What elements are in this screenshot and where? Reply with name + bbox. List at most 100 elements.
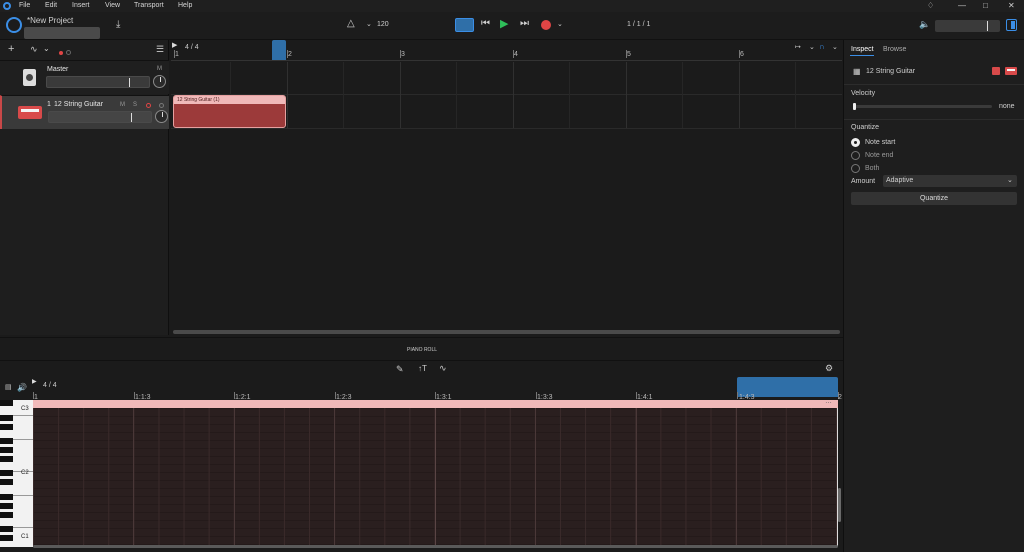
horizontal-scrollbar[interactable] <box>33 545 838 548</box>
inspector-toggle-button[interactable] <box>1006 19 1017 31</box>
amount-select[interactable]: Adaptive ⌄ <box>883 175 1017 187</box>
key-label-c3: C3 <box>21 406 29 412</box>
vertical-scrollbar[interactable] <box>838 488 841 522</box>
menu-view[interactable]: View <box>105 2 120 9</box>
metronome-dropdown-icon[interactable]: ⌄ <box>366 20 372 28</box>
option-both[interactable]: Both <box>865 165 879 172</box>
radio-both[interactable] <box>851 164 860 173</box>
menu-insert[interactable]: Insert <box>72 2 90 9</box>
app-logo-icon <box>3 2 11 10</box>
amount-value: Adaptive <box>886 177 914 184</box>
metronome-icon[interactable]: △ <box>347 18 355 29</box>
menu-transport[interactable]: Transport <box>134 2 164 9</box>
input-monitor-icon[interactable] <box>159 103 164 108</box>
pan-knob[interactable] <box>153 75 166 88</box>
menu-help[interactable]: Help <box>178 2 192 9</box>
automation-dropdown-icon[interactable]: ⌄ <box>43 44 50 53</box>
note-grid[interactable]: … <box>33 400 838 547</box>
record-dropdown-icon[interactable]: ⌄ <box>557 20 563 28</box>
clip-header-bar[interactable]: … <box>33 400 838 408</box>
filter-icon[interactable]: ☰ <box>156 44 164 55</box>
divider <box>844 84 1024 85</box>
zoom-fit-icon[interactable]: ↦ <box>795 43 801 51</box>
track-volume-slider[interactable] <box>46 76 150 88</box>
app-menu-button[interactable] <box>6 17 22 33</box>
skip-back-icon[interactable]: ⏮ <box>481 18 490 29</box>
velocity-tool-icon[interactable]: ↑T <box>418 364 427 373</box>
inspector-panel: Inspect Browse ▦ 12 String Guitar Veloci… <box>843 40 1024 552</box>
preview-sound-icon[interactable]: 🔊 <box>17 383 27 392</box>
loop-button[interactable] <box>455 18 474 32</box>
tab-inspect[interactable]: Inspect <box>851 46 874 53</box>
menu-file[interactable]: File <box>19 2 30 9</box>
quantize-button-label: Quantize <box>919 195 949 202</box>
ruler-tick: 2 <box>838 394 842 401</box>
snap-dropdown-icon[interactable]: ⌄ <box>809 43 815 51</box>
track-volume-slider[interactable] <box>48 111 152 123</box>
skip-forward-icon[interactable]: ⏭ <box>520 18 529 29</box>
quantize-label: Quantize <box>851 124 880 131</box>
time-signature[interactable]: 4 / 4 <box>185 44 199 51</box>
close-icon[interactable]: ✕ <box>1008 1 1015 10</box>
more-icon[interactable]: … <box>825 400 832 405</box>
tempo-value[interactable]: 120 <box>377 21 389 28</box>
solo-button[interactable]: S <box>133 102 137 108</box>
key-label-c1: C1 <box>21 534 29 540</box>
bar-number: 6 <box>740 51 744 58</box>
record-arm-all-icon[interactable] <box>59 51 63 55</box>
instrument-icon <box>1005 67 1017 75</box>
track-12-string-guitar[interactable]: 1 12 String Guitar M S <box>0 95 169 129</box>
export-icon[interactable]: ⤓ <box>116 19 120 30</box>
chevron-down-icon: ⌄ <box>1007 177 1013 184</box>
project-name-input[interactable] <box>24 27 100 39</box>
tab-browse[interactable]: Browse <box>883 46 906 53</box>
option-note-end[interactable]: Note end <box>865 152 893 159</box>
magnet-icon[interactable]: ∩ <box>819 42 825 51</box>
instrument-icon <box>18 106 42 119</box>
note-list-icon[interactable]: ▤ <box>5 383 12 391</box>
pan-knob[interactable] <box>155 110 168 123</box>
piano-roll-title: PIANO ROLL <box>407 347 438 353</box>
track-name[interactable]: Master <box>47 66 68 73</box>
track-master[interactable]: Master M <box>0 60 169 94</box>
minimize-icon[interactable]: — <box>958 1 966 10</box>
record-arm-icon[interactable] <box>146 103 151 108</box>
maximize-icon[interactable]: □ <box>983 1 988 10</box>
bar-number: 2 <box>288 51 292 58</box>
quantize-button[interactable]: Quantize <box>851 192 1017 205</box>
track-color-swatch[interactable] <box>992 67 1000 75</box>
speaker-icon[interactable]: 🔈 <box>919 19 930 30</box>
record-button[interactable] <box>541 20 551 30</box>
piano-roll-time-signature[interactable]: 4 / 4 <box>43 382 57 389</box>
horizontal-scrollbar[interactable] <box>173 330 840 334</box>
radio-note-end[interactable] <box>851 151 860 160</box>
clip-label: 12 String Guitar (1) <box>177 97 220 103</box>
midi-clip[interactable]: 12 String Guitar (1) <box>173 95 286 128</box>
magnet-dropdown-icon[interactable]: ⌄ <box>832 43 838 51</box>
menu-edit[interactable]: Edit <box>45 2 57 9</box>
piano-keyboard[interactable]: C3 C2 C1 <box>0 400 33 547</box>
input-monitor-icon[interactable] <box>66 50 71 55</box>
bell-icon[interactable]: ♢ <box>927 1 934 10</box>
playhead-marker-icon[interactable]: ▶ <box>172 41 177 49</box>
option-note-start[interactable]: Note start <box>865 139 895 146</box>
pencil-icon[interactable]: ✎ <box>396 364 404 375</box>
settings-gear-icon[interactable]: ⚙ <box>825 363 833 374</box>
track-divider <box>171 128 842 129</box>
automation-icon[interactable]: ∿ <box>30 44 38 55</box>
track-name[interactable]: 12 String Guitar <box>54 101 103 108</box>
piano-roll-panel: PIANO ROLL ✎ ↑T ∿ ⚙ ▤ 🔊 ▶ 4 / 4 1 1:1:3 … <box>0 337 843 552</box>
mute-button[interactable]: M <box>120 102 125 108</box>
piano-roll-ruler[interactable] <box>0 377 843 400</box>
mute-button[interactable]: M <box>157 66 162 72</box>
curve-tool-icon[interactable]: ∿ <box>439 363 447 374</box>
velocity-value: none <box>999 103 1015 110</box>
radio-note-start[interactable] <box>851 138 860 147</box>
playhead-marker-icon[interactable]: ▶ <box>32 378 37 385</box>
play-icon[interactable]: ▶ <box>500 17 508 30</box>
add-track-icon[interactable]: + <box>8 43 14 55</box>
loop-region[interactable] <box>272 40 286 60</box>
arrangement-view[interactable]: ▶ 4 / 4 1 2 3 4 5 6 ↦ ⌄ ∩ ⌄ 12 String Gu… <box>171 40 842 335</box>
master-volume-slider[interactable] <box>935 20 1000 32</box>
velocity-slider[interactable] <box>853 103 992 110</box>
